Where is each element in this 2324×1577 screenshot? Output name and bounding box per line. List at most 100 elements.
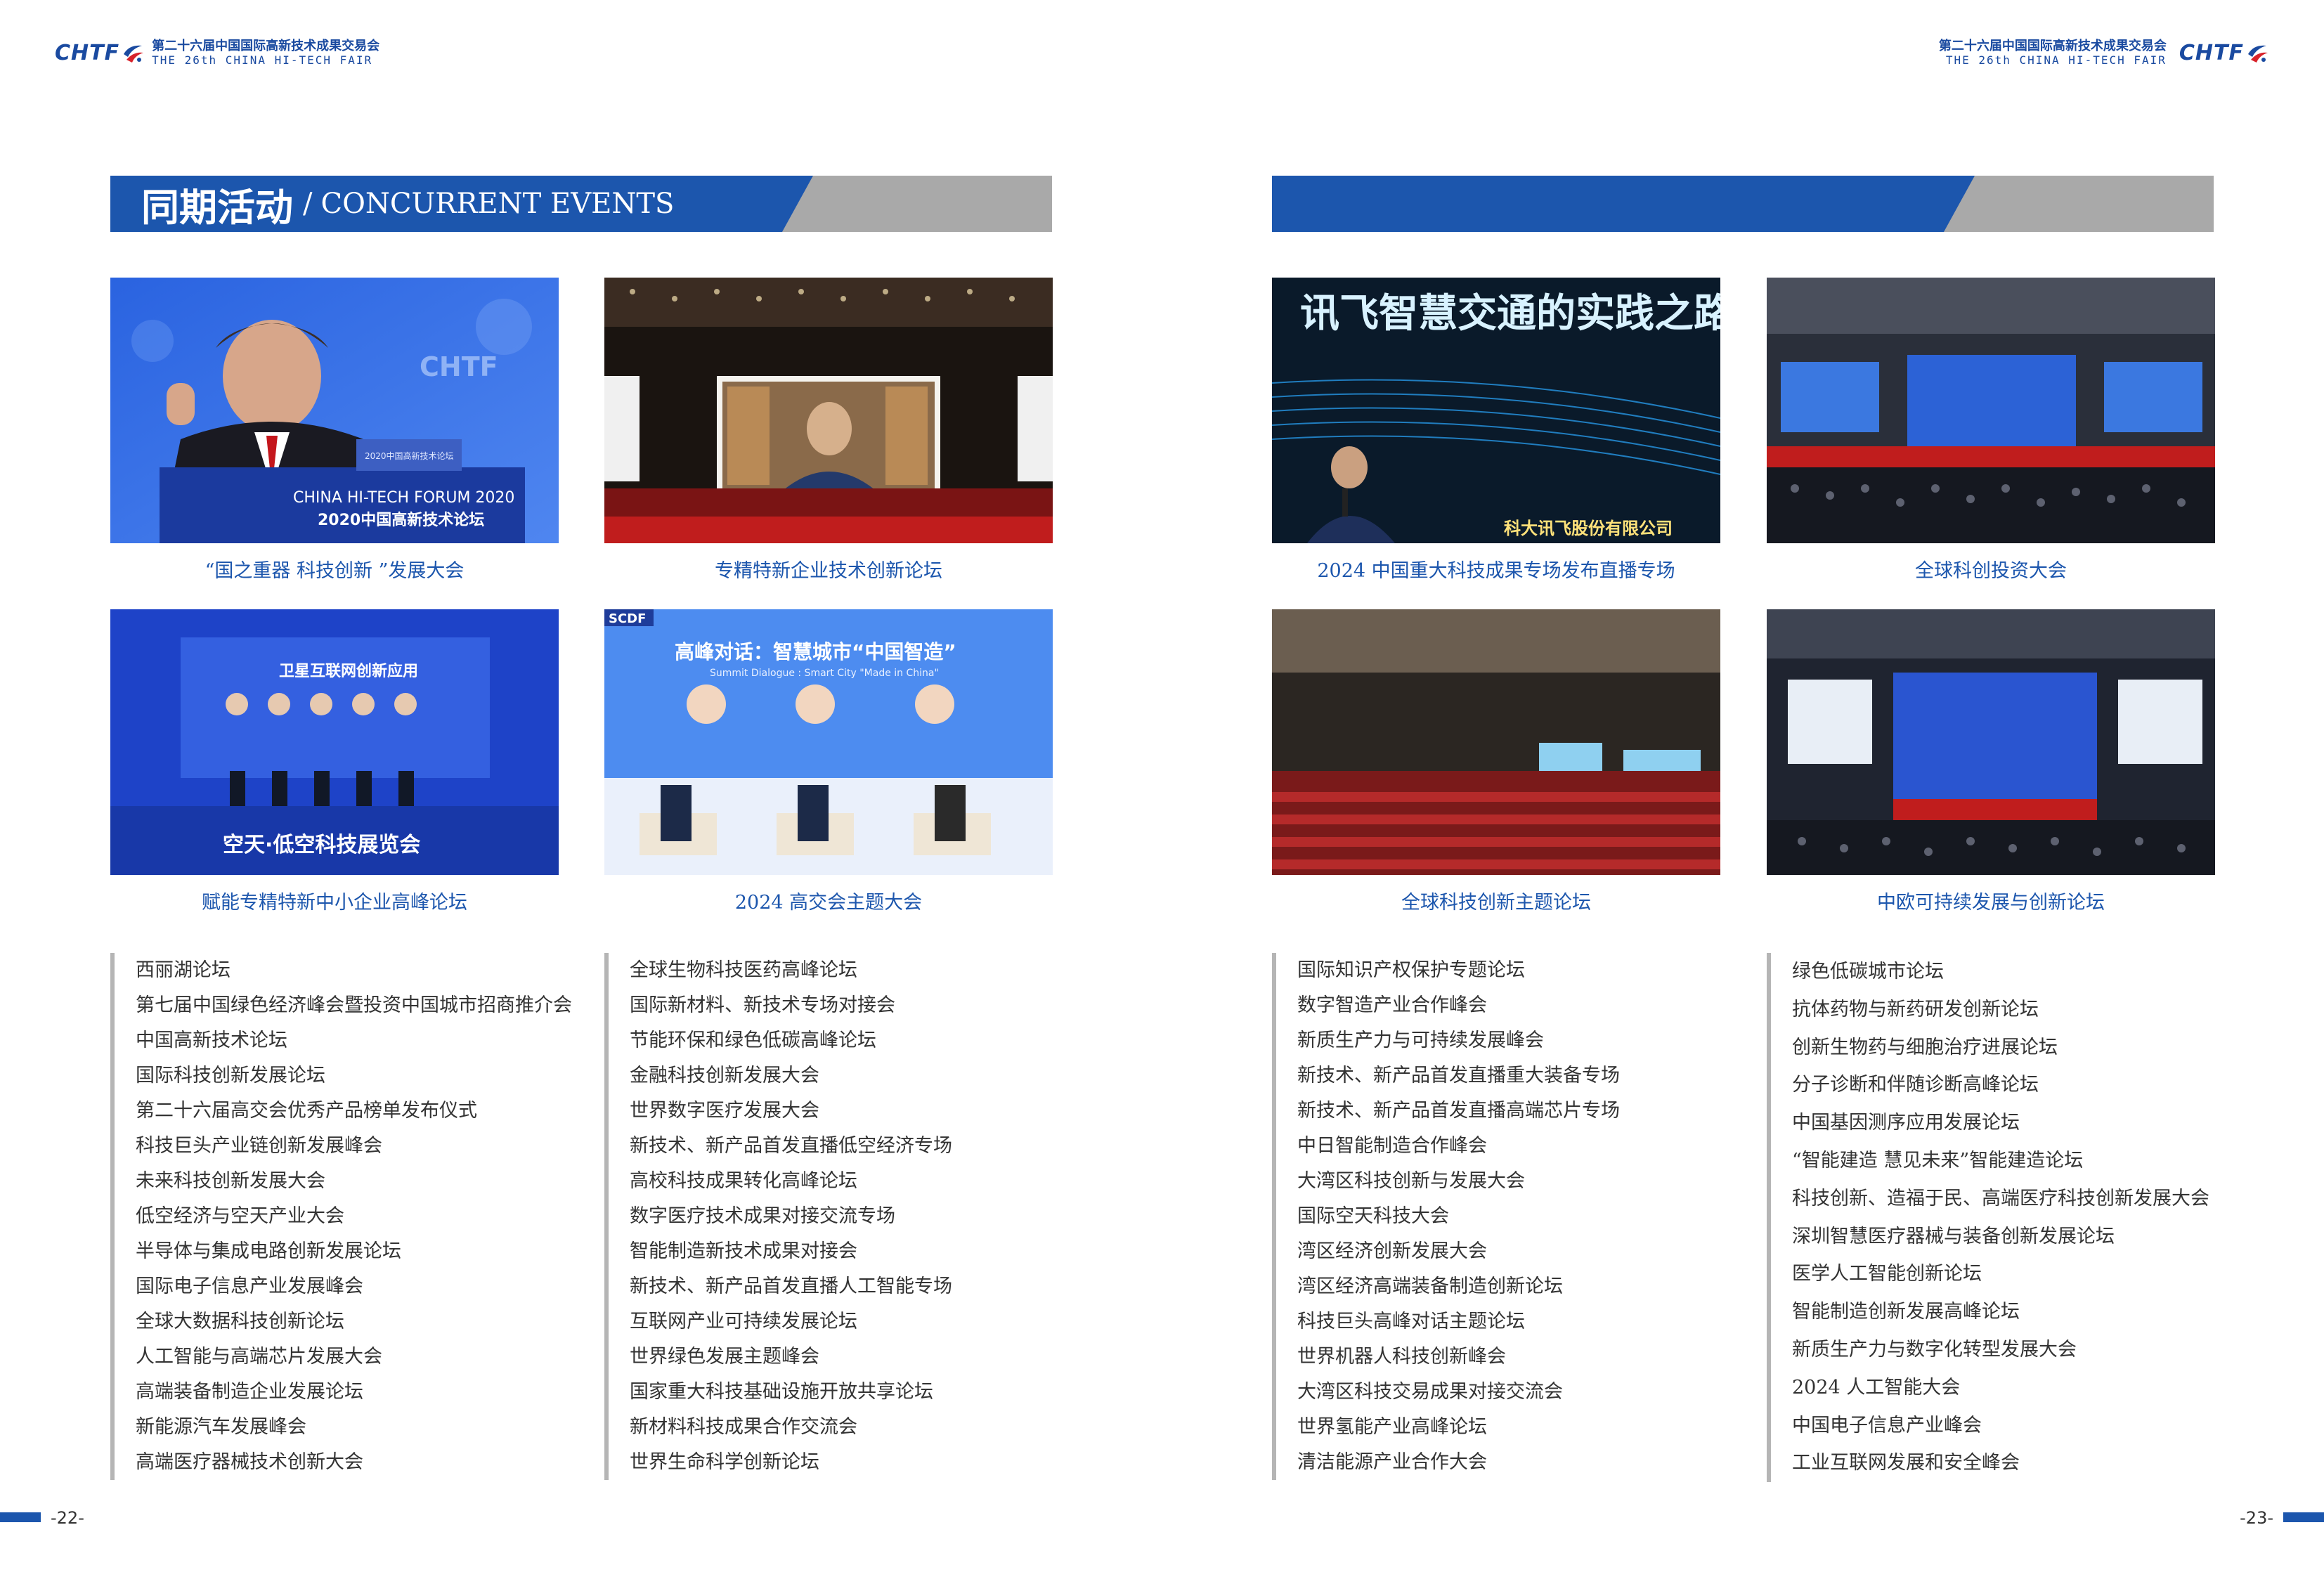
list-item: 世界绿色发展主题峰会 bbox=[630, 1346, 819, 1368]
chtf-logo-icon bbox=[124, 45, 144, 63]
svg-text:空天·低空科技展览会: 空天·低空科技展览会 bbox=[223, 833, 420, 857]
header-title-en: THE 26th CHINA HI-TECH FAIR bbox=[1945, 53, 2167, 67]
event-caption: “国之重器 科技创新 ”发展大会 bbox=[205, 560, 465, 582]
list-item: 全球生物科技医药高峰论坛 bbox=[630, 959, 857, 981]
list-item: 2024 人工智能大会 bbox=[1792, 1376, 1961, 1398]
list-item: 中国电子信息产业峰会 bbox=[1792, 1414, 1982, 1436]
event-photo-4 bbox=[1767, 278, 2215, 543]
list-item: 新技术、新产品首发直播重大装备专场 bbox=[1297, 1065, 1620, 1086]
svg-text:2020中国高新技术论坛: 2020中国高新技术论坛 bbox=[318, 511, 484, 529]
section-banner-right bbox=[1272, 176, 2214, 232]
header-left: CHTF 第二十六届中国国际高新技术成果交易会 THE 26th CHINA H… bbox=[55, 39, 379, 67]
chtf-logo: CHTF bbox=[55, 41, 145, 65]
list-item: 中国高新技术论坛 bbox=[136, 1030, 287, 1051]
event-caption: 全球科技创新主题论坛 bbox=[1401, 892, 1591, 914]
list-item: 湾区经济高端装备制造创新论坛 bbox=[1297, 1276, 1563, 1297]
list-item: 未来科技创新发展大会 bbox=[136, 1170, 325, 1192]
page-number-right: -23- bbox=[2240, 1508, 2273, 1528]
header-title-en: THE 26th CHINA HI-TECH FAIR bbox=[152, 53, 373, 67]
list-item: 世界生命科学创新论坛 bbox=[630, 1451, 819, 1473]
svg-text:CHTF: CHTF bbox=[420, 351, 498, 382]
list-item: 西丽湖论坛 bbox=[136, 959, 231, 981]
list-item: 国际新材料、新技术专场对接会 bbox=[630, 994, 895, 1016]
list-item: 国际科技创新发展论坛 bbox=[136, 1065, 325, 1086]
list-item: 智能制造创新发展高峰论坛 bbox=[1792, 1301, 2020, 1323]
list-item: 新材料科技成果合作交流会 bbox=[630, 1416, 857, 1438]
chtf-logo: CHTF bbox=[2179, 41, 2269, 65]
list-item: 低空经济与空天产业大会 bbox=[136, 1205, 344, 1227]
list-item: 数字智造产业合作峰会 bbox=[1297, 994, 1487, 1016]
list-item: 节能环保和绿色低碳高峰论坛 bbox=[630, 1030, 876, 1051]
list-item: 中日智能制造合作峰会 bbox=[1297, 1135, 1487, 1157]
list-item: “智能建造 慧见未来”智能建造论坛 bbox=[1792, 1149, 2084, 1172]
list-item: 医学人工智能创新论坛 bbox=[1792, 1263, 1982, 1285]
list-item: 智能制造新技术成果对接会 bbox=[630, 1240, 857, 1262]
page-number-left: -22- bbox=[51, 1508, 84, 1528]
svg-text:讯飞智慧交通的实践之路: 讯飞智慧交通的实践之路 bbox=[1300, 291, 1720, 337]
page-marker-right bbox=[2283, 1512, 2324, 1522]
section-title: 同期活动 / CONCURRENT EVENTS bbox=[141, 184, 675, 230]
list-item: 新质生产力与数字化转型发展大会 bbox=[1792, 1338, 2077, 1361]
list-item: 中国基因测序应用发展论坛 bbox=[1792, 1112, 2020, 1134]
section-banner-left: 同期活动 / CONCURRENT EVENTS bbox=[110, 176, 1052, 232]
event-photo-6: SCDF 高峰对话：智慧城市“中国智造” Summit Dialogue : S… bbox=[604, 609, 1053, 875]
event-list-3: 国际知识产权保护专题论坛 数字智造产业合作峰会 新质生产力与可持续发展峰会 新技… bbox=[1272, 953, 1620, 1480]
list-item: 半导体与集成电路创新发展论坛 bbox=[136, 1240, 401, 1262]
list-item: 创新生物药与细胞治疗进展论坛 bbox=[1792, 1036, 2058, 1058]
list-item: 工业互联网发展和安全峰会 bbox=[1792, 1452, 2020, 1474]
list-item: 高校科技成果转化高峰论坛 bbox=[630, 1170, 857, 1192]
list-item: 新技术、新产品首发直播人工智能专场 bbox=[630, 1276, 952, 1297]
list-item: 国家重大科技基础设施开放共享论坛 bbox=[630, 1381, 933, 1403]
list-item: 互联网产业可持续发展论坛 bbox=[630, 1311, 857, 1332]
list-item: 抗体药物与新药研发创新论坛 bbox=[1792, 998, 2039, 1020]
event-photo-7 bbox=[1272, 609, 1720, 875]
list-item: 大湾区科技交易成果对接交流会 bbox=[1297, 1381, 1563, 1403]
list-item: 新能源汽车发展峰会 bbox=[136, 1416, 306, 1438]
svg-text:Summit Dialogue : Smart City ": Summit Dialogue : Smart City "Made in Ch… bbox=[710, 668, 939, 679]
list-item: 高端医疗器械技术创新大会 bbox=[136, 1451, 363, 1473]
list-item: 国际知识产权保护专题论坛 bbox=[1297, 959, 1525, 981]
list-item: 第七届中国绿色经济峰会暨投资中国城市招商推介会 bbox=[136, 994, 572, 1016]
list-item: 大湾区科技创新与发展大会 bbox=[1297, 1170, 1525, 1192]
list-item: 新技术、新产品首发直播低空经济专场 bbox=[630, 1135, 952, 1157]
page-marker-left bbox=[0, 1512, 41, 1522]
list-item: 清洁能源产业合作大会 bbox=[1297, 1451, 1487, 1473]
header-title-cn: 第二十六届中国国际高新技术成果交易会 bbox=[152, 39, 380, 53]
event-photo-2 bbox=[604, 278, 1053, 543]
event-list-4: 绿色低碳城市论坛 抗体药物与新药研发创新论坛 创新生物药与细胞治疗进展论坛 分子… bbox=[1767, 953, 2209, 1483]
list-item: 高端装备制造企业发展论坛 bbox=[136, 1381, 363, 1403]
svg-text:2020中国高新技术论坛: 2020中国高新技术论坛 bbox=[365, 450, 454, 461]
svg-text:SCDF: SCDF bbox=[609, 611, 646, 626]
list-item: 新技术、新产品首发直播高端芯片专场 bbox=[1297, 1100, 1620, 1122]
list-item: 国际电子信息产业发展峰会 bbox=[136, 1276, 363, 1297]
svg-text:CHINA HI-TECH FORUM 2020: CHINA HI-TECH FORUM 2020 bbox=[293, 489, 514, 507]
svg-text:卫星互联网创新应用: 卫星互联网创新应用 bbox=[279, 662, 418, 680]
list-item: 世界氢能产业高峰论坛 bbox=[1297, 1416, 1487, 1438]
event-photo-5: 卫星互联网创新应用 空天·低空科技展览会 bbox=[110, 609, 559, 875]
list-item: 湾区经济创新发展大会 bbox=[1297, 1240, 1487, 1262]
svg-text:高峰对话：智慧城市“中国智造”: 高峰对话：智慧城市“中国智造” bbox=[675, 640, 956, 663]
list-item: 深圳智慧医疗器械与装备创新发展论坛 bbox=[1792, 1225, 2115, 1247]
event-photo-3: 讯飞智慧交通的实践之路 科大讯飞股份有限公司 bbox=[1272, 278, 1720, 543]
list-item: 分子诊断和伴随诊断高峰论坛 bbox=[1792, 1074, 2039, 1096]
list-item: 世界机器人科技创新峰会 bbox=[1297, 1346, 1506, 1368]
event-caption: 2024 高交会主题大会 bbox=[734, 892, 923, 914]
event-list-2: 全球生物科技医药高峰论坛 国际新材料、新技术专场对接会 节能环保和绿色低碳高峰论… bbox=[604, 953, 952, 1480]
event-caption: 赋能专精特新中小企业高峰论坛 bbox=[202, 892, 467, 914]
list-item: 全球大数据科技创新论坛 bbox=[136, 1311, 344, 1332]
list-item: 科技创新、造福于民、高端医疗科技创新发展大会 bbox=[1792, 1187, 2209, 1209]
list-item: 第二十六届高交会优秀产品榜单发布仪式 bbox=[136, 1100, 477, 1122]
event-list-1: 西丽湖论坛 第七届中国绿色经济峰会暨投资中国城市招商推介会 中国高新技术论坛 国… bbox=[110, 953, 572, 1480]
event-photo-8 bbox=[1767, 609, 2215, 875]
list-item: 绿色低碳城市论坛 bbox=[1792, 961, 1944, 982]
list-item: 科技巨头高峰对话主题论坛 bbox=[1297, 1311, 1525, 1332]
header-right: 第二十六届中国国际高新技术成果交易会 THE 26th CHINA HI-TEC… bbox=[1939, 39, 2269, 67]
list-item: 世界数字医疗发展大会 bbox=[630, 1100, 819, 1122]
list-item: 新质生产力与可持续发展峰会 bbox=[1297, 1030, 1544, 1051]
event-caption: 2024 中国重大科技成果专场发布直播专场 bbox=[1317, 560, 1675, 582]
chtf-logo-icon bbox=[2248, 45, 2268, 63]
event-photo-1: CHTF 2020中国高新技术论坛 CHINA HI-TECH FORUM 20… bbox=[110, 278, 559, 543]
list-item: 人工智能与高端芯片发展大会 bbox=[136, 1346, 382, 1368]
svg-text:科大讯飞股份有限公司: 科大讯飞股份有限公司 bbox=[1504, 519, 1673, 538]
list-item: 金融科技创新发展大会 bbox=[630, 1065, 819, 1086]
